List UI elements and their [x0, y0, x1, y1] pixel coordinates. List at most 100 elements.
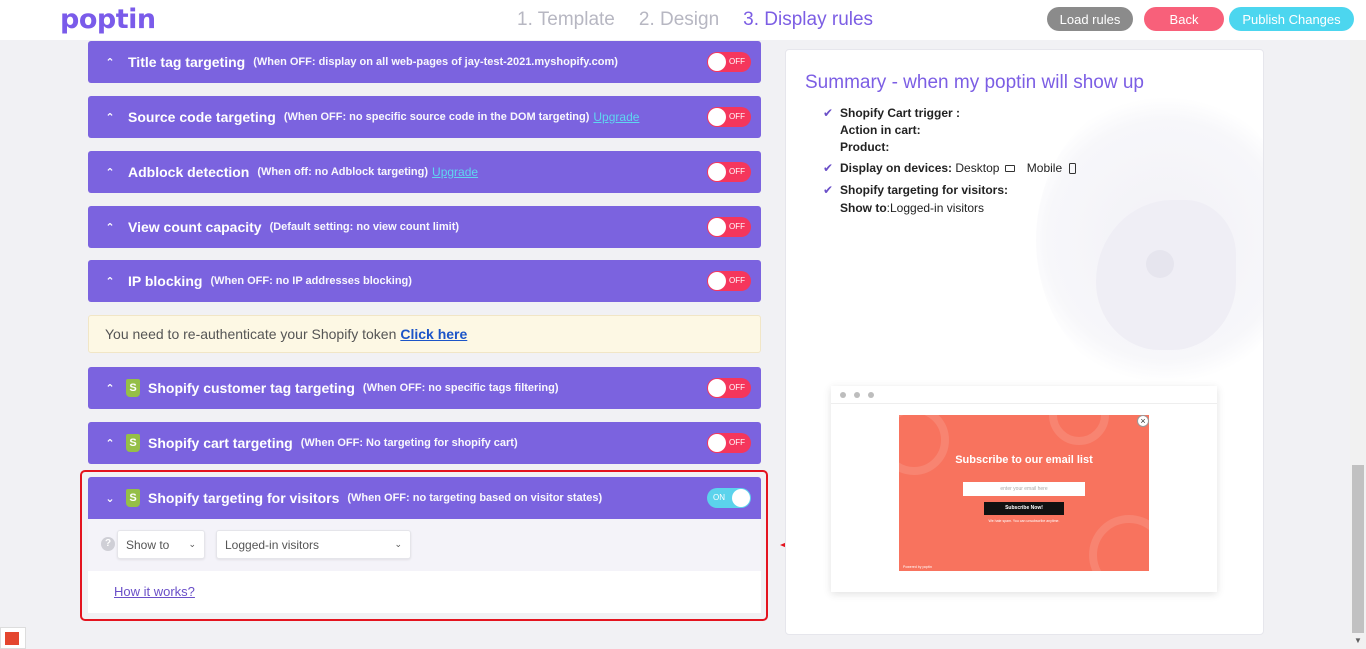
rule-description: (When off: no Adblock targeting): [257, 166, 429, 178]
check-icon: ✔: [823, 183, 834, 197]
toggle-knob: [708, 108, 726, 126]
rule-row[interactable]: ⌃ IP blocking (When OFF: no IP addresses b…: [88, 260, 761, 302]
summary-title: Summary - when my poptin will show up: [805, 72, 1144, 93]
rule-row[interactable]: ⌃ S Shopify cart targeting (When OFF: No ta…: [88, 422, 761, 464]
rule-description: (When OFF: display on all web-pages of j…: [253, 56, 618, 68]
toggle-state: OFF: [729, 57, 745, 66]
popup-subscribe-button: Subscribe Now!: [984, 502, 1064, 515]
show-to-summary-value: :Logged-in visitors: [886, 201, 985, 215]
corner-widget[interactable]: [0, 627, 26, 649]
rule-description: (When OFF: No targeting for shopify cart…: [300, 437, 518, 449]
popup-decoration: [1049, 415, 1109, 445]
step-design[interactable]: 2. Design: [639, 9, 719, 31]
chevron-up-icon[interactable]: ⌃: [100, 56, 120, 69]
action-in-cart-label: Action in cart:: [840, 123, 921, 137]
wizard-steps: 1. Template 2. Design 3. Display rules: [517, 9, 873, 31]
poptin-logo[interactable]: poptin: [60, 4, 156, 35]
device-mobile: Mobile: [1026, 161, 1063, 175]
window-dot-icon: [854, 392, 860, 398]
rule-description: (When OFF: no specific source code in th…: [283, 111, 590, 123]
rule-toggle[interactable]: OFF: [707, 433, 751, 453]
product-label: Product:: [840, 140, 890, 154]
toggle-knob: [708, 53, 726, 71]
toggle-state: OFF: [729, 222, 745, 231]
rule-title: Title tag targeting: [128, 54, 246, 70]
popup-brand: Powered by poptin: [903, 565, 932, 569]
publish-changes-button[interactable]: Publish Changes: [1229, 7, 1354, 31]
popup-decoration: [899, 415, 949, 475]
cart-trigger-label: Shopify Cart trigger :: [840, 106, 961, 120]
close-icon: ×: [1137, 415, 1149, 427]
toggle-knob: [708, 272, 726, 290]
show-to-label: Show to: [840, 201, 887, 215]
browser-bar: [831, 386, 1217, 404]
check-icon: ✔: [823, 161, 834, 175]
chevron-up-icon[interactable]: ⌃: [100, 382, 120, 395]
device-desktop: Desktop: [955, 161, 1000, 175]
top-header: poptin 1. Template 2. Design 3. Display …: [0, 0, 1366, 40]
load-rules-button[interactable]: Load rules: [1047, 7, 1133, 31]
rule-title: Adblock detection: [128, 164, 250, 180]
rule-title: Shopify cart targeting: [148, 435, 293, 451]
toggle-state: OFF: [729, 276, 745, 285]
rule-title: Source code targeting: [128, 109, 276, 125]
rule-row[interactable]: ⌃ Adblock detection (When off: no Adblock …: [88, 151, 761, 193]
toggle-knob: [708, 434, 726, 452]
toggle-state: OFF: [729, 167, 745, 176]
rule-toggle[interactable]: OFF: [707, 378, 751, 398]
back-button[interactable]: Back: [1144, 7, 1224, 31]
rule-title: IP blocking: [128, 273, 203, 289]
popup-decoration: [1089, 515, 1149, 571]
scroll-down-icon[interactable]: ▼: [1353, 636, 1363, 646]
chevron-up-icon[interactable]: ⌃: [100, 166, 120, 179]
laptop-icon: [1004, 165, 1015, 173]
rule-row[interactable]: ⌃ View count capacity (Default setting: no…: [88, 206, 761, 248]
visitors-targeting-label: Shopify targeting for visitors:: [840, 183, 1009, 197]
shopify-bag-icon: S: [126, 434, 140, 452]
scrollbar-thumb[interactable]: [1352, 465, 1364, 633]
rule-toggle[interactable]: OFF: [707, 271, 751, 291]
rule-description: (When OFF: no IP addresses blocking): [210, 275, 412, 287]
parrot-eye-shape: [1146, 250, 1174, 278]
toggle-state: OFF: [729, 112, 745, 121]
window-dot-icon: [868, 392, 874, 398]
rule-description: (Default setting: no view count limit): [269, 221, 460, 233]
app-icon: [5, 632, 19, 645]
devices-line: Display on devices: Desktop Mobile: [840, 161, 1077, 175]
rule-title: View count capacity: [128, 219, 262, 235]
rule-title: Shopify customer tag targeting: [148, 380, 355, 396]
rule-description: (When OFF: no specific tags filtering): [362, 382, 559, 394]
toggle-knob: [708, 379, 726, 397]
toggle-state: OFF: [729, 383, 745, 392]
upgrade-link[interactable]: Upgrade: [432, 165, 478, 179]
notice-text: You need to re-authenticate your Shopify…: [105, 326, 397, 342]
check-icon: ✔: [823, 106, 834, 120]
show-to-line: Show to:Logged-in visitors: [840, 201, 984, 215]
popup-fine-print: We hate spam. You can unsubscribe anytim…: [988, 519, 1060, 523]
rule-toggle[interactable]: OFF: [707, 217, 751, 237]
devices-label: Display on devices:: [840, 161, 953, 175]
step-template[interactable]: 1. Template: [517, 9, 615, 31]
shopify-bag-icon: S: [126, 379, 140, 397]
reauth-notice: You need to re-authenticate your Shopify…: [88, 315, 761, 353]
rule-toggle[interactable]: OFF: [707, 162, 751, 182]
rule-toggle[interactable]: OFF: [707, 52, 751, 72]
rule-toggle[interactable]: OFF: [707, 107, 751, 127]
chevron-up-icon[interactable]: ⌃: [100, 437, 120, 450]
toggle-state: OFF: [729, 438, 745, 447]
rule-row[interactable]: ⌃ Source code targeting (When OFF: no spec…: [88, 96, 761, 138]
click-here-link[interactable]: Click here: [400, 326, 467, 342]
chevron-up-icon[interactable]: ⌃: [100, 221, 120, 234]
chevron-up-icon[interactable]: ⌃: [100, 111, 120, 124]
step-display-rules[interactable]: 3. Display rules: [743, 9, 873, 31]
chevron-up-icon[interactable]: ⌃: [100, 275, 120, 288]
rule-row[interactable]: ⌃ S Shopify customer tag targeting (When OF…: [88, 367, 761, 409]
toggle-knob: [708, 218, 726, 236]
upgrade-link[interactable]: Upgrade: [593, 110, 639, 124]
popup-title: Subscribe to our email list: [955, 454, 1093, 466]
toggle-knob: [708, 163, 726, 181]
window-dot-icon: [840, 392, 846, 398]
popup-preview[interactable]: Subscribe to our email list enter your e…: [899, 415, 1149, 571]
rule-row[interactable]: ⌃ Title tag targeting (When OFF: display o…: [88, 41, 761, 83]
popup-email-input: enter your email here: [963, 482, 1085, 496]
